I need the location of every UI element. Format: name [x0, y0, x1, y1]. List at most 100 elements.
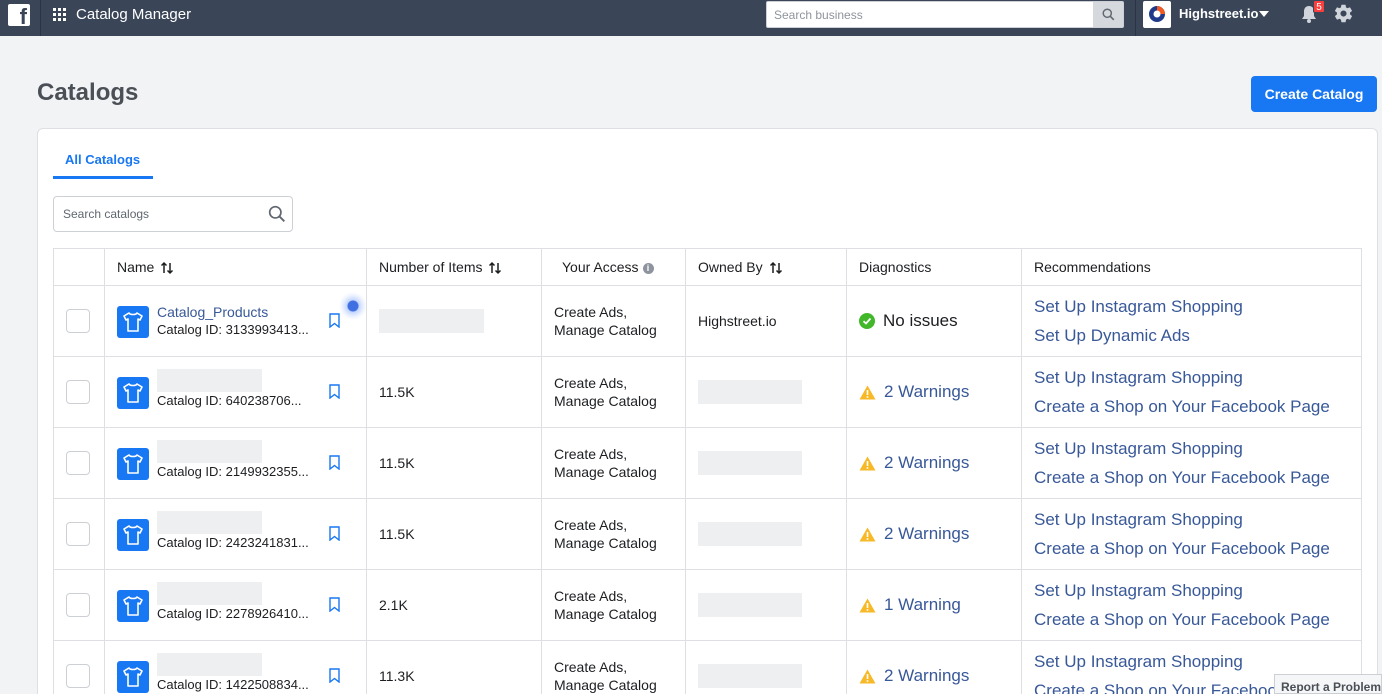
row-checkbox[interactable]	[66, 664, 90, 688]
recommendation-link[interactable]: Create a Shop on Your Facebook Page	[1034, 463, 1361, 492]
recommendation-link[interactable]: Create a Shop on Your Facebook Page	[1034, 534, 1361, 563]
catalog-id: Catalog ID: 2278926410...	[157, 606, 309, 621]
owner-redacted	[698, 380, 802, 404]
column-label: Recommendations	[1034, 259, 1151, 275]
app-title[interactable]: Catalog Manager	[76, 6, 191, 23]
bookmark-icon[interactable]	[329, 526, 340, 541]
create-catalog-button[interactable]: Create Catalog	[1251, 76, 1377, 112]
recommendation-link[interactable]: Set Up Instagram Shopping	[1034, 292, 1361, 321]
recommendations-cell: Set Up Instagram Shopping Create a Shop o…	[1021, 427, 1362, 499]
report-problem-button[interactable]: Report a Problem	[1274, 674, 1382, 694]
row-checkbox[interactable]	[66, 309, 90, 333]
shirt-icon	[123, 383, 143, 403]
catalog-name-link[interactable]: Catalog_Products	[157, 304, 268, 320]
diagnostics-warnings-link[interactable]: 1 Warning	[884, 595, 961, 615]
recommendation-link[interactable]: Set Up Instagram Shopping	[1034, 647, 1361, 676]
column-header-name[interactable]: Name	[104, 248, 367, 286]
diagnostics-warnings-link[interactable]: 2 Warnings	[884, 453, 969, 473]
catalog-icon	[117, 306, 149, 338]
divider	[40, 0, 41, 36]
app-grid-icon[interactable]	[53, 8, 66, 21]
recommendation-link[interactable]: Set Up Instagram Shopping	[1034, 505, 1361, 534]
search-catalogs-button[interactable]	[262, 205, 292, 223]
row-checkbox[interactable]	[66, 380, 90, 404]
search-business-input[interactable]	[767, 2, 1093, 27]
search-icon	[268, 205, 285, 222]
shirt-icon	[123, 525, 143, 545]
access-line: Create Ads,	[554, 304, 628, 320]
owner-cell	[685, 569, 847, 641]
column-header-diagnostics: Diagnostics	[846, 248, 1022, 286]
gear-icon[interactable]	[1333, 3, 1354, 24]
row-checkbox[interactable]	[66, 593, 90, 617]
warning-icon	[859, 669, 876, 683]
column-header-recommendations: Recommendations	[1021, 248, 1362, 286]
business-name[interactable]: Highstreet.io	[1179, 6, 1258, 21]
column-header-owner[interactable]: Owned By	[685, 248, 847, 286]
recommendation-link[interactable]: Set Up Instagram Shopping	[1034, 434, 1361, 463]
catalog-name-redacted	[157, 440, 262, 463]
access-line: Create Ads,	[554, 588, 628, 604]
search-business-button[interactable]	[1093, 2, 1123, 27]
catalog-name-redacted	[157, 582, 262, 605]
column-label: Diagnostics	[859, 259, 932, 275]
name-cell: Catalog ID: 2423241831...	[104, 498, 367, 570]
diagnostics-cell: 2 Warnings	[846, 640, 1022, 694]
catalog-icon	[117, 590, 149, 622]
business-avatar[interactable]	[1143, 1, 1171, 28]
check-circle-icon	[859, 313, 875, 329]
recommendation-link[interactable]: Set Up Dynamic Ads	[1034, 321, 1361, 350]
recommendation-link[interactable]: Create a Shop on Your Facebook Page	[1034, 605, 1361, 634]
row-checkbox[interactable]	[66, 522, 90, 546]
select-cell	[53, 356, 105, 428]
item-count-redacted	[379, 309, 484, 333]
access-line: Create Ads,	[554, 517, 628, 533]
recommendation-link[interactable]: Create a Shop on Your Facebook Page	[1034, 392, 1361, 421]
recommendations-cell: Set Up Instagram Shopping Set Up Dynamic …	[1021, 285, 1362, 357]
search-catalogs-input[interactable]	[54, 207, 262, 221]
info-icon[interactable]: i	[642, 262, 654, 274]
facebook-logo-icon[interactable]: f	[8, 4, 30, 26]
chevron-down-icon[interactable]	[1259, 11, 1269, 17]
catalog-icon	[117, 377, 149, 409]
recommendations-cell: Set Up Instagram Shopping Create a Shop o…	[1021, 356, 1362, 428]
access-cell: Create Ads, Manage Catalog	[541, 356, 686, 428]
catalog-icon	[117, 448, 149, 480]
bookmark-icon[interactable]	[329, 597, 340, 612]
access-line: Manage Catalog	[554, 464, 657, 480]
diagnostics-cell: No issues	[846, 285, 1022, 357]
bookmark-icon[interactable]	[329, 313, 340, 328]
sort-icon[interactable]	[769, 261, 783, 275]
select-all-header	[53, 248, 105, 286]
diagnostics-warnings-link[interactable]: 2 Warnings	[884, 666, 969, 686]
tab-all-catalogs[interactable]: All Catalogs	[65, 152, 140, 167]
table-row: Catalog ID: 2278926410... 2.1K Create Ads,…	[53, 569, 1362, 641]
bookmark-icon[interactable]	[329, 668, 340, 683]
search-business-box	[766, 1, 1124, 28]
catalog-name-redacted	[157, 653, 262, 676]
row-checkbox[interactable]	[66, 451, 90, 475]
name-cell: Catalog_Products Catalog ID: 3133993413..…	[104, 285, 367, 357]
table-row: Catalog_Products Catalog ID: 3133993413..…	[53, 285, 1362, 357]
top-bar: f Catalog Manager Highstreet.io 5	[0, 0, 1382, 36]
name-cell: Catalog ID: 640238706...	[104, 356, 367, 428]
recommendations-cell: Set Up Instagram Shopping Create a Shop o…	[1021, 569, 1362, 641]
recommendation-link[interactable]: Set Up Instagram Shopping	[1034, 576, 1361, 605]
bookmark-icon[interactable]	[329, 384, 340, 399]
bookmark-icon[interactable]	[329, 455, 340, 470]
item-count: 2.1K	[379, 597, 408, 613]
item-count: 11.5K	[379, 455, 415, 471]
notification-badge: 5	[1313, 0, 1325, 13]
select-cell	[53, 427, 105, 499]
sort-icon[interactable]	[488, 261, 502, 275]
diagnostics-warnings-link[interactable]: 2 Warnings	[884, 524, 969, 544]
owner-cell	[685, 356, 847, 428]
recommendation-link[interactable]: Set Up Instagram Shopping	[1034, 363, 1361, 392]
diagnostics-warnings-link[interactable]: 2 Warnings	[884, 382, 969, 402]
column-label: Your Access	[562, 259, 639, 275]
access-line: Manage Catalog	[554, 322, 657, 338]
sort-icon[interactable]	[160, 261, 174, 275]
column-header-items[interactable]: Number of Items	[366, 248, 542, 286]
recommendations-cell: Set Up Instagram Shopping Create a Shop o…	[1021, 498, 1362, 570]
warning-icon	[859, 598, 876, 612]
